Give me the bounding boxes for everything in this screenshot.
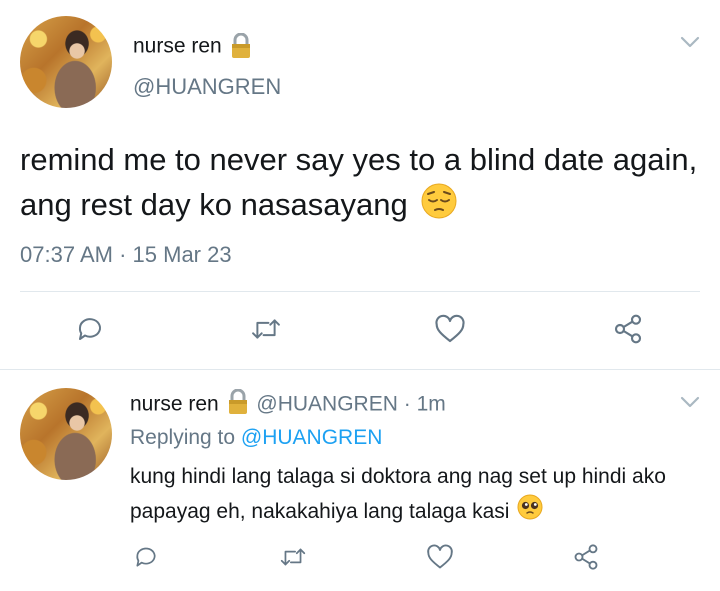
- reply-body: kung hindi lang talaga si doktora ang na…: [130, 465, 666, 524]
- divider: [20, 291, 700, 292]
- heart-icon: [435, 314, 465, 343]
- retweet-icon: [252, 319, 280, 339]
- reply-reply-button[interactable]: [131, 542, 161, 572]
- reply-icon: [136, 547, 156, 567]
- meta-separator: ·: [119, 242, 127, 267]
- reply-separator: ·: [403, 392, 411, 416]
- reply-display-name[interactable]: nurse ren: [130, 393, 219, 416]
- reply-text: kung hindi lang talaga si doktora ang na…: [130, 460, 690, 531]
- reply-retweet-button[interactable]: [278, 542, 308, 572]
- pensive-face-emoji: [420, 182, 458, 232]
- retweet-icon: [280, 548, 306, 566]
- reply-button[interactable]: [72, 311, 108, 347]
- reply-age: 1m: [416, 392, 446, 416]
- replying-to: Replying to @HUANGREN: [130, 426, 382, 450]
- avatar[interactable]: [20, 16, 112, 108]
- share-icon: [574, 544, 598, 570]
- reply-like-button[interactable]: [425, 542, 455, 572]
- pleading-face-emoji: [517, 494, 543, 531]
- retweet-button[interactable]: [248, 311, 284, 347]
- tweet-text: remind me to never say yes to a blind da…: [20, 138, 700, 232]
- share-button[interactable]: [610, 311, 646, 347]
- tweet-time: 07:37 AM: [20, 242, 113, 267]
- handle[interactable]: @HUANGREN: [133, 74, 281, 100]
- reply-icon: [78, 318, 101, 340]
- replying-handle-link[interactable]: @HUANGREN: [241, 426, 383, 449]
- tweet-header: nurse ren: [133, 32, 252, 64]
- display-name[interactable]: nurse ren: [133, 35, 222, 58]
- lock-icon: [230, 32, 252, 64]
- like-button[interactable]: [432, 311, 468, 347]
- reply-handle[interactable]: @HUANGREN: [256, 393, 398, 416]
- heart-icon: [427, 544, 453, 569]
- tweet-date: 15 Mar 23: [132, 242, 232, 267]
- chevron-down-icon[interactable]: [678, 34, 702, 55]
- section-divider: [0, 369, 720, 370]
- chevron-down-icon[interactable]: [678, 394, 702, 415]
- reply-header: nurse ren @HUANGREN · 1m: [130, 388, 446, 421]
- replying-prefix: Replying to: [130, 426, 236, 449]
- reply-share-button[interactable]: [571, 542, 601, 572]
- lock-icon: [227, 388, 249, 421]
- reply-avatar[interactable]: [20, 388, 112, 480]
- tweet-body: remind me to never say yes to a blind da…: [20, 142, 698, 223]
- share-icon: [614, 314, 642, 344]
- tweet-timestamp[interactable]: 07:37 AM · 15 Mar 23: [20, 242, 232, 268]
